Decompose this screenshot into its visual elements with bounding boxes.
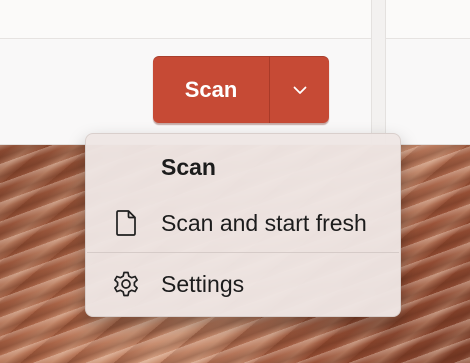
gear-icon <box>112 270 140 298</box>
menu-separator <box>87 252 399 253</box>
scan-options-button[interactable] <box>270 56 329 123</box>
scan-options-menu: Scan Scan and start fresh Settings <box>85 133 401 317</box>
toolbar-strip <box>0 0 470 39</box>
menu-item-settings[interactable]: Settings <box>90 258 396 310</box>
document-icon <box>112 209 140 237</box>
scan-split-button[interactable]: Scan <box>153 56 329 123</box>
menu-item-label: Scan and start fresh <box>161 209 367 236</box>
menu-item-label: Settings <box>161 270 245 297</box>
menu-item-scan[interactable]: Scan <box>90 141 396 193</box>
pane-splitter[interactable] <box>371 0 386 145</box>
chevron-down-icon <box>293 80 307 99</box>
menu-item-label: Scan <box>161 153 216 180</box>
menu-item-scan-and-start-fresh[interactable]: Scan and start fresh <box>90 197 396 249</box>
scan-button[interactable]: Scan <box>153 56 269 123</box>
